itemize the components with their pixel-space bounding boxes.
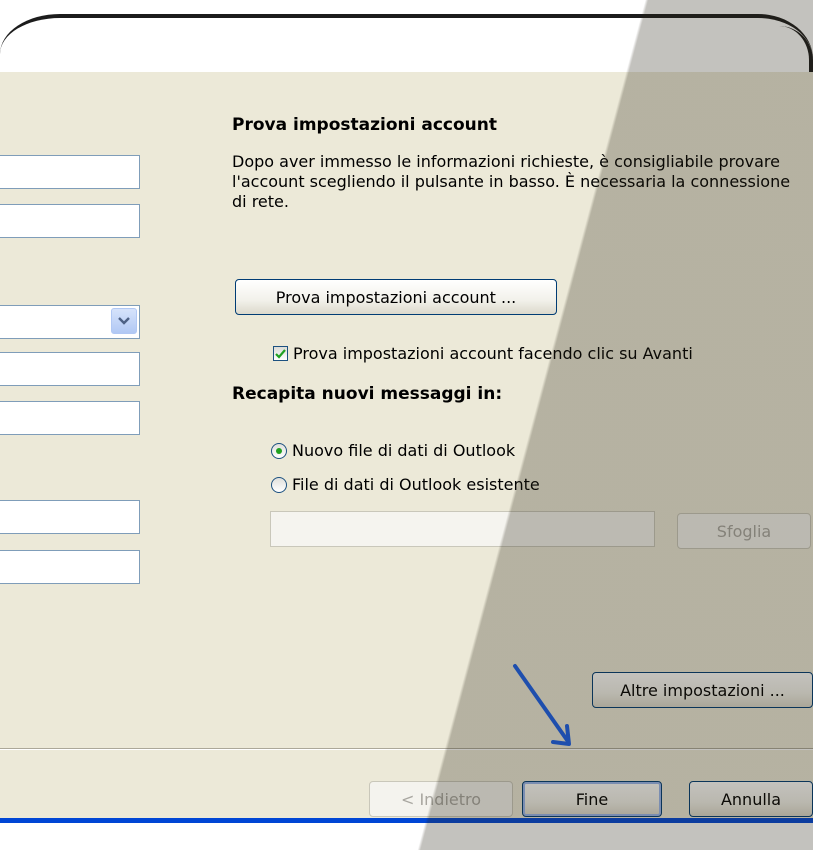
title-bar [0, 14, 813, 76]
test-on-next-checkbox-row[interactable]: Prova impostazioni account facendo clic … [273, 344, 693, 363]
cancel-button[interactable]: Annulla [689, 781, 813, 817]
email-address-field[interactable] [0, 204, 140, 238]
existing-datafile-path-field[interactable] [270, 511, 655, 547]
chevron-down-icon[interactable] [111, 308, 137, 334]
back-button[interactable]: < Indietro [369, 781, 513, 817]
username-field[interactable] [0, 500, 140, 534]
radio-new-datafile[interactable] [271, 442, 287, 459]
account-type-dropdown[interactable] [0, 305, 140, 339]
radio-existing-row[interactable]: File di dati di Outlook esistente [271, 475, 540, 494]
test-on-next-label: Prova impostazioni account facendo clic … [293, 344, 693, 363]
checkmark-icon [275, 348, 286, 359]
window-bottom-border [0, 818, 813, 823]
radio-existing-datafile[interactable] [271, 476, 287, 493]
section-title: Prova impostazioni account [232, 115, 497, 135]
section-description: Dopo aver immesso le informazioni richie… [232, 152, 791, 211]
radio-existing-label: File di dati di Outlook esistente [292, 475, 540, 494]
footer-separator [0, 748, 813, 750]
deliver-title: Recapita nuovi messaggi in: [232, 384, 503, 404]
browse-button[interactable]: Sfoglia [677, 513, 811, 549]
finish-button[interactable]: Fine [522, 781, 662, 817]
radio-new-row[interactable]: Nuovo file di dati di Outlook [271, 441, 515, 460]
more-settings-button[interactable]: Altre impostazioni ... [592, 672, 813, 708]
annotation-arrow-icon [513, 664, 571, 746]
test-on-next-checkbox[interactable] [273, 346, 288, 361]
password-field[interactable] [0, 550, 140, 584]
account-name-field[interactable] [0, 155, 140, 189]
test-account-settings-button[interactable]: Prova impostazioni account ... [235, 279, 557, 315]
incoming-server-field[interactable] [0, 352, 140, 386]
email-account-dialog: Prova impostazioni account Dopo aver imm… [0, 0, 813, 850]
radio-new-label: Nuovo file di dati di Outlook [292, 441, 516, 460]
outgoing-server-field[interactable] [0, 401, 140, 435]
